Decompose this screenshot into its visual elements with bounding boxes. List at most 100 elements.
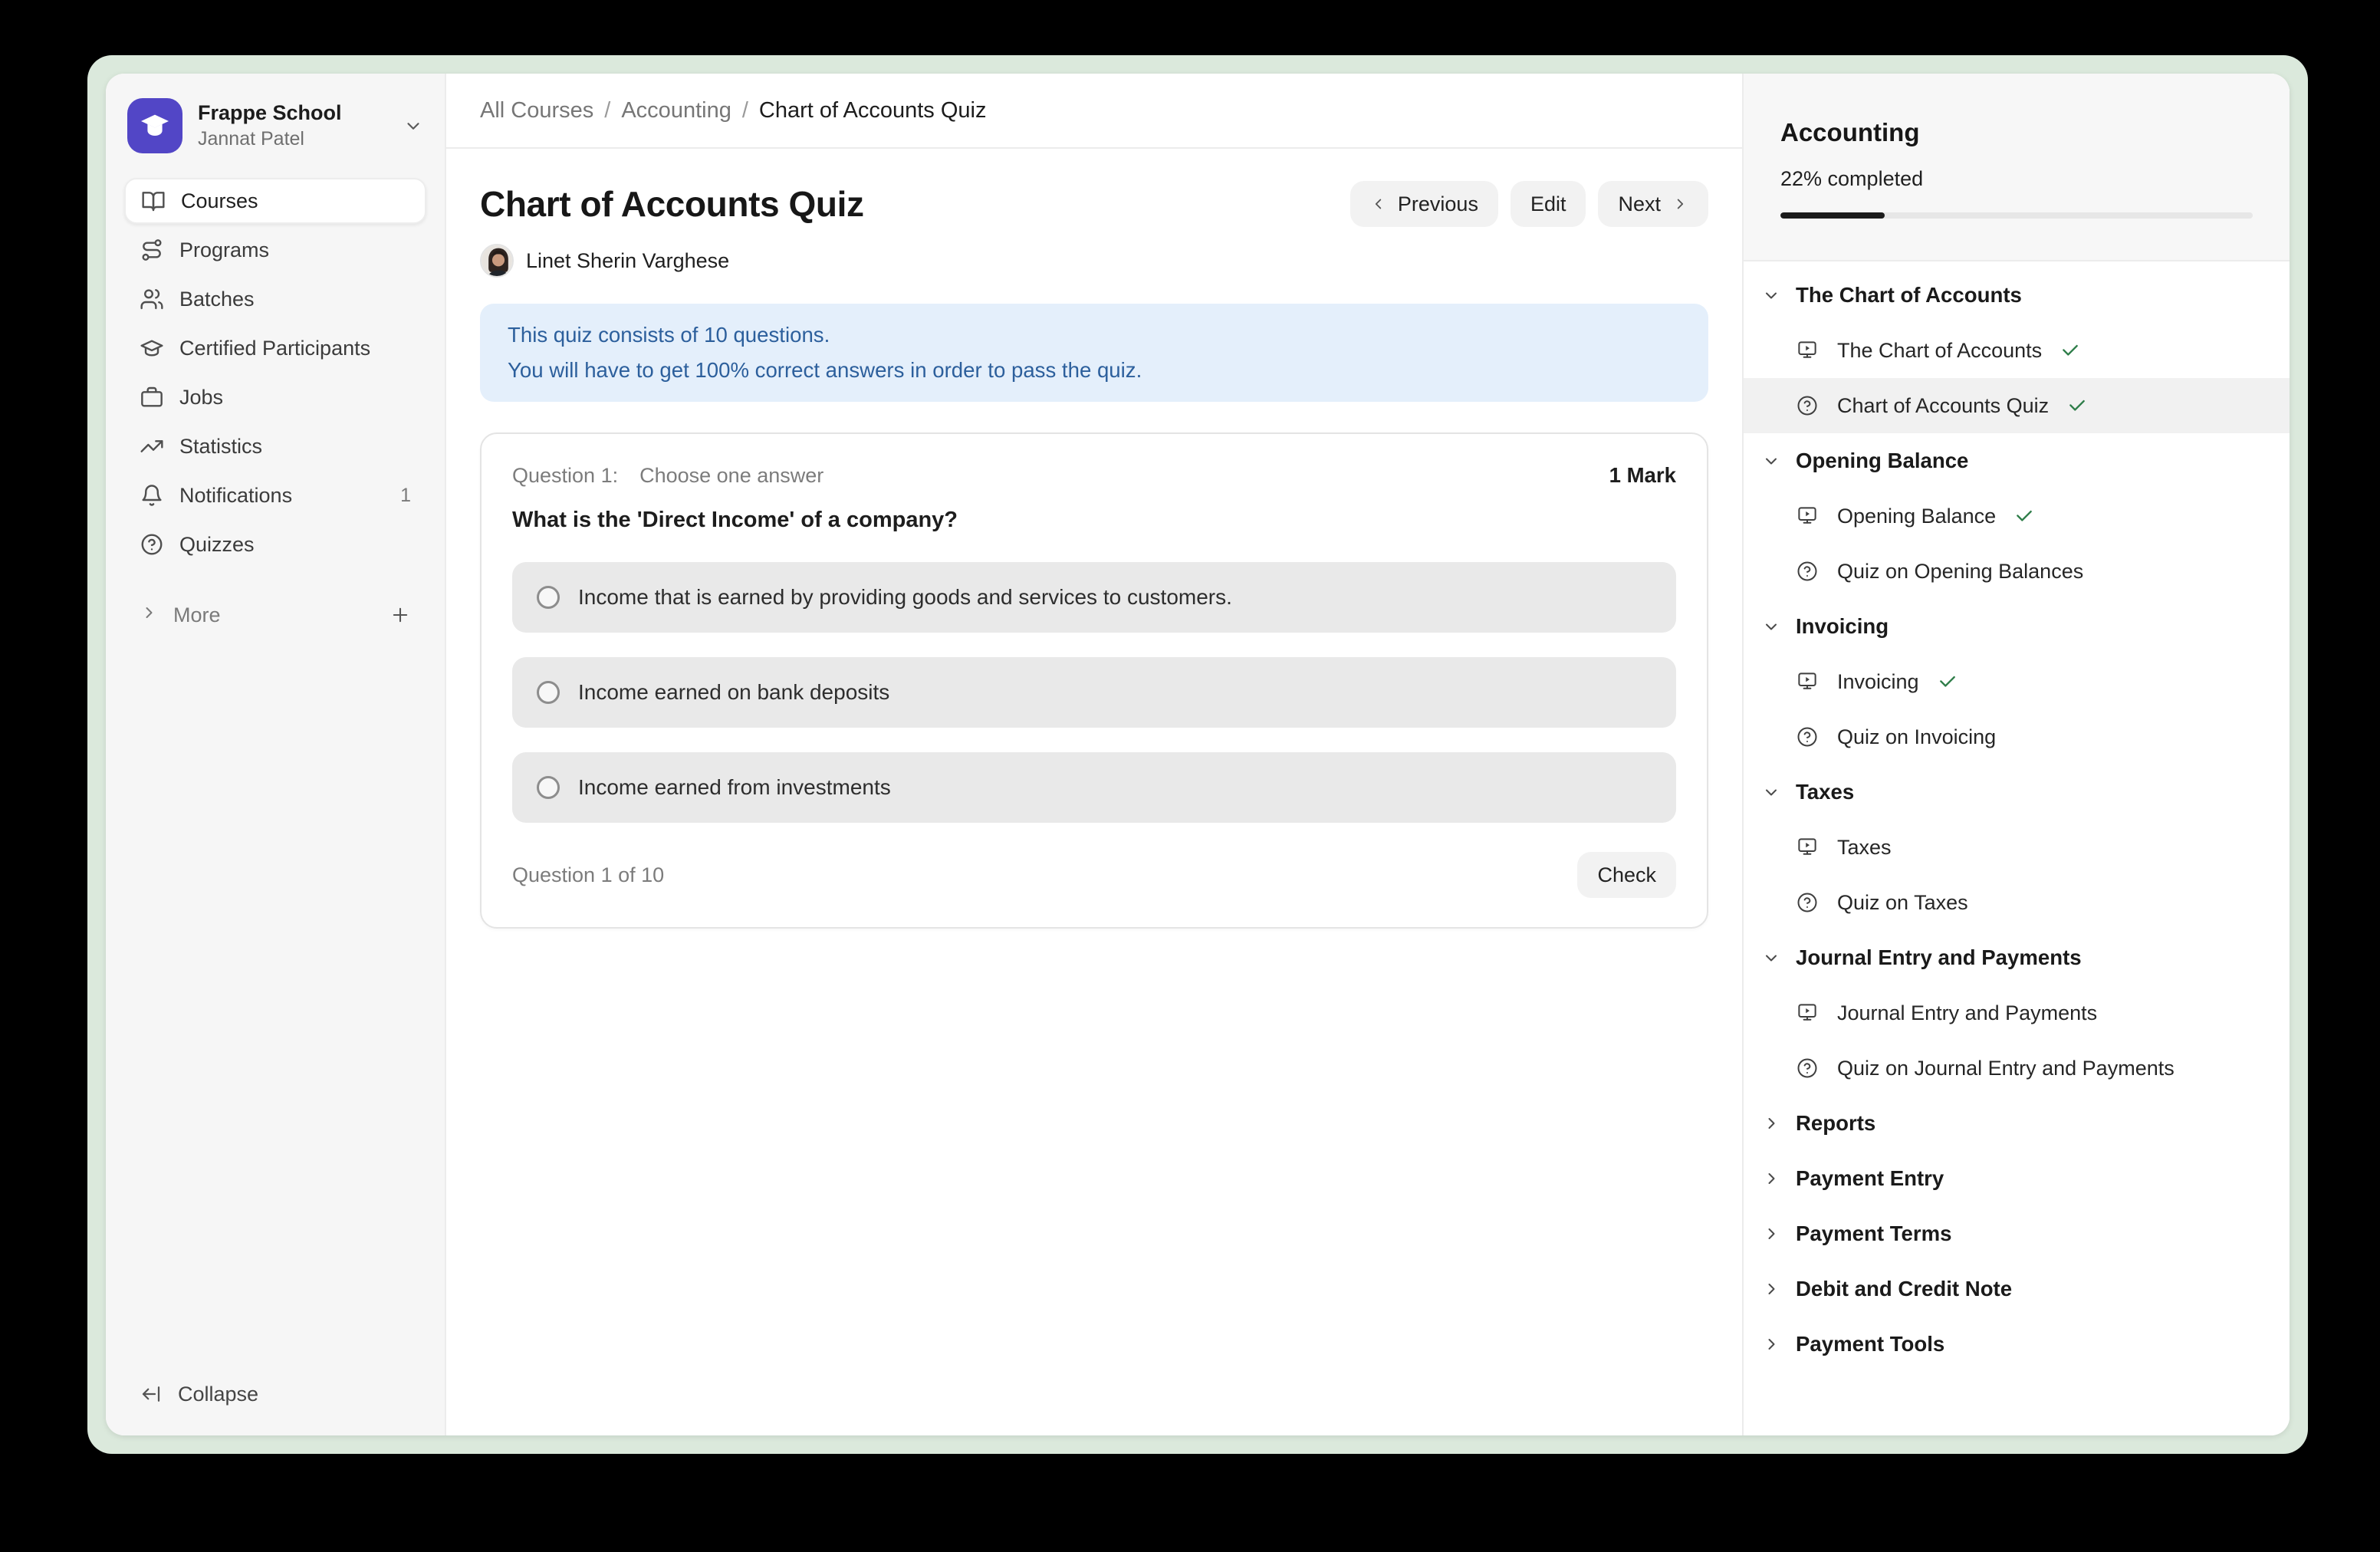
outline-section-debit-and-credit-note[interactable]: Debit and Credit Note (1744, 1261, 2290, 1317)
graduation-cap-icon (140, 336, 164, 360)
route-icon (140, 238, 164, 262)
outline-item-quiz-on-journal-entry-and-payments[interactable]: Quiz on Journal Entry and Payments (1744, 1041, 2290, 1096)
answer-option-1[interactable]: Income that is earned by providing goods… (512, 562, 1676, 633)
sidebar-item-label: Certified Participants (179, 337, 370, 360)
bell-icon (140, 483, 164, 508)
answer-option-2[interactable]: Income earned on bank deposits (512, 657, 1676, 728)
author-name: Linet Sherin Varghese (526, 249, 729, 273)
outline-section-journal-entry-and-payments[interactable]: Journal Entry and Payments (1744, 930, 2290, 985)
outline-section-taxes[interactable]: Taxes (1744, 764, 2290, 820)
outline-item-taxes[interactable]: Taxes (1744, 820, 2290, 875)
workspace-user: Jannat Patel (198, 127, 388, 151)
lesson-icon (1796, 339, 1819, 362)
check-icon (2014, 506, 2034, 526)
outline-item-quiz-on-opening-balances[interactable]: Quiz on Opening Balances (1744, 544, 2290, 599)
outline-item-label: Quiz on Invoicing (1837, 725, 1996, 749)
edit-button[interactable]: Edit (1511, 181, 1586, 227)
sidebar-item-label: Statistics (179, 435, 262, 459)
outline-section-payment-terms[interactable]: Payment Terms (1744, 1206, 2290, 1261)
sidebar-item-certified-participants[interactable]: Certified Participants (124, 325, 426, 371)
sidebar-item-notifications[interactable]: Notifications1 (124, 472, 426, 518)
sidebar-item-courses[interactable]: Courses (124, 178, 426, 224)
question-label: Question 1: (512, 464, 618, 488)
outline-section-payment-entry[interactable]: Payment Entry (1744, 1151, 2290, 1206)
outline-item-label: Journal Entry and Payments (1837, 1001, 2097, 1025)
outline-section-title: The Chart of Accounts (1796, 283, 2022, 307)
chevron-right-icon (1762, 1169, 1780, 1188)
plus-icon[interactable] (390, 604, 411, 626)
outline-section-title: Reports (1796, 1111, 1875, 1136)
outline-item-quiz-on-invoicing[interactable]: Quiz on Invoicing (1744, 709, 2290, 764)
lesson-icon (1796, 836, 1819, 859)
outline-item-label: Opening Balance (1837, 505, 1996, 528)
outline-header: Accounting 22% completed (1744, 74, 2290, 261)
workspace-switcher[interactable]: Frappe School Jannat Patel (124, 95, 426, 153)
radio-icon[interactable] (537, 586, 560, 609)
check-button[interactable]: Check (1577, 852, 1676, 898)
quiz-icon (1796, 394, 1819, 417)
question-text: What is the 'Direct Income' of a company… (512, 508, 1676, 533)
check-label: Check (1597, 863, 1656, 887)
screen: Frappe School Jannat Patel Courses Progr… (0, 0, 2380, 1552)
chevron-down-icon (1762, 286, 1780, 304)
check-icon (1938, 672, 1958, 692)
outline-list: The Chart of Accounts The Chart of Accou… (1744, 261, 2290, 1435)
answer-option-3[interactable]: Income earned from investments (512, 752, 1676, 823)
lesson-icon (1796, 1001, 1819, 1024)
previous-button[interactable]: Previous (1350, 181, 1498, 227)
outline-item-chart-of-accounts-quiz[interactable]: Chart of Accounts Quiz (1744, 378, 2290, 433)
options-list: Income that is earned by providing goods… (512, 562, 1676, 823)
sidebar-more-button[interactable]: More (124, 592, 426, 638)
outline-item-opening-balance[interactable]: Opening Balance (1744, 488, 2290, 544)
question-marks: 1 Mark (1609, 463, 1676, 488)
radio-icon[interactable] (537, 681, 560, 704)
chevron-down-icon (1762, 949, 1780, 967)
question-progress: Question 1 of 10 (512, 863, 664, 887)
collapse-icon (140, 1383, 163, 1406)
outline-item-label: Taxes (1837, 836, 1892, 860)
outline-item-quiz-on-taxes[interactable]: Quiz on Taxes (1744, 875, 2290, 930)
sidebar-item-quizzes[interactable]: Quizzes (124, 521, 426, 567)
chevron-left-icon (1370, 196, 1387, 212)
sidebar-item-statistics[interactable]: Statistics (124, 423, 426, 469)
course-outline-sidebar: Accounting 22% completed The Chart of Ac… (1742, 74, 2290, 1435)
outline-section-title: Invoicing (1796, 614, 1889, 639)
sidebar-item-jobs[interactable]: Jobs (124, 374, 426, 420)
book-open-icon (141, 189, 166, 213)
outline-section-invoicing[interactable]: Invoicing (1744, 599, 2290, 654)
check-icon (2060, 340, 2080, 360)
sidebar-item-programs[interactable]: Programs (124, 227, 426, 273)
next-button[interactable]: Next (1598, 181, 1708, 227)
outline-progress-label: 22% completed (1780, 167, 2253, 191)
main-area: All Courses /Accounting /Chart of Accoun… (446, 74, 1742, 1435)
outline-item-journal-entry-and-payments[interactable]: Journal Entry and Payments (1744, 985, 2290, 1041)
page-title: Chart of Accounts Quiz (480, 183, 864, 225)
sidebar-item-label: Quizzes (179, 533, 255, 557)
lesson-icon (1796, 670, 1819, 693)
lesson-icon (1796, 505, 1819, 528)
outline-section-the-chart-of-accounts[interactable]: The Chart of Accounts (1744, 268, 2290, 323)
outline-section-payment-tools[interactable]: Payment Tools (1744, 1317, 2290, 1372)
edit-label: Edit (1530, 192, 1566, 216)
app-frame: Frappe School Jannat Patel Courses Progr… (87, 55, 2308, 1454)
trending-up-icon (140, 434, 164, 459)
app-window: Frappe School Jannat Patel Courses Progr… (106, 74, 2290, 1435)
notification-count-badge: 1 (400, 485, 411, 507)
outline-section-reports[interactable]: Reports (1744, 1096, 2290, 1151)
sidebar-item-label: Courses (181, 189, 258, 213)
workspace-name: Frappe School (198, 100, 388, 127)
breadcrumb-link[interactable]: Accounting (621, 98, 731, 123)
breadcrumb: All Courses /Accounting /Chart of Accoun… (446, 74, 1742, 149)
sidebar-item-label: Batches (179, 288, 255, 311)
outline-item-the-chart-of-accounts[interactable]: The Chart of Accounts (1744, 323, 2290, 378)
workspace-meta: Frappe School Jannat Patel (198, 100, 388, 152)
outline-section-opening-balance[interactable]: Opening Balance (1744, 433, 2290, 488)
sidebar-item-batches[interactable]: Batches (124, 276, 426, 322)
outline-item-invoicing[interactable]: Invoicing (1744, 654, 2290, 709)
previous-label: Previous (1398, 192, 1478, 216)
radio-icon[interactable] (537, 776, 560, 799)
help-circle-icon (140, 532, 164, 557)
collapse-sidebar-button[interactable]: Collapse (124, 1371, 426, 1417)
breadcrumb-link[interactable]: All Courses (480, 98, 593, 123)
chevron-right-icon (1762, 1335, 1780, 1353)
